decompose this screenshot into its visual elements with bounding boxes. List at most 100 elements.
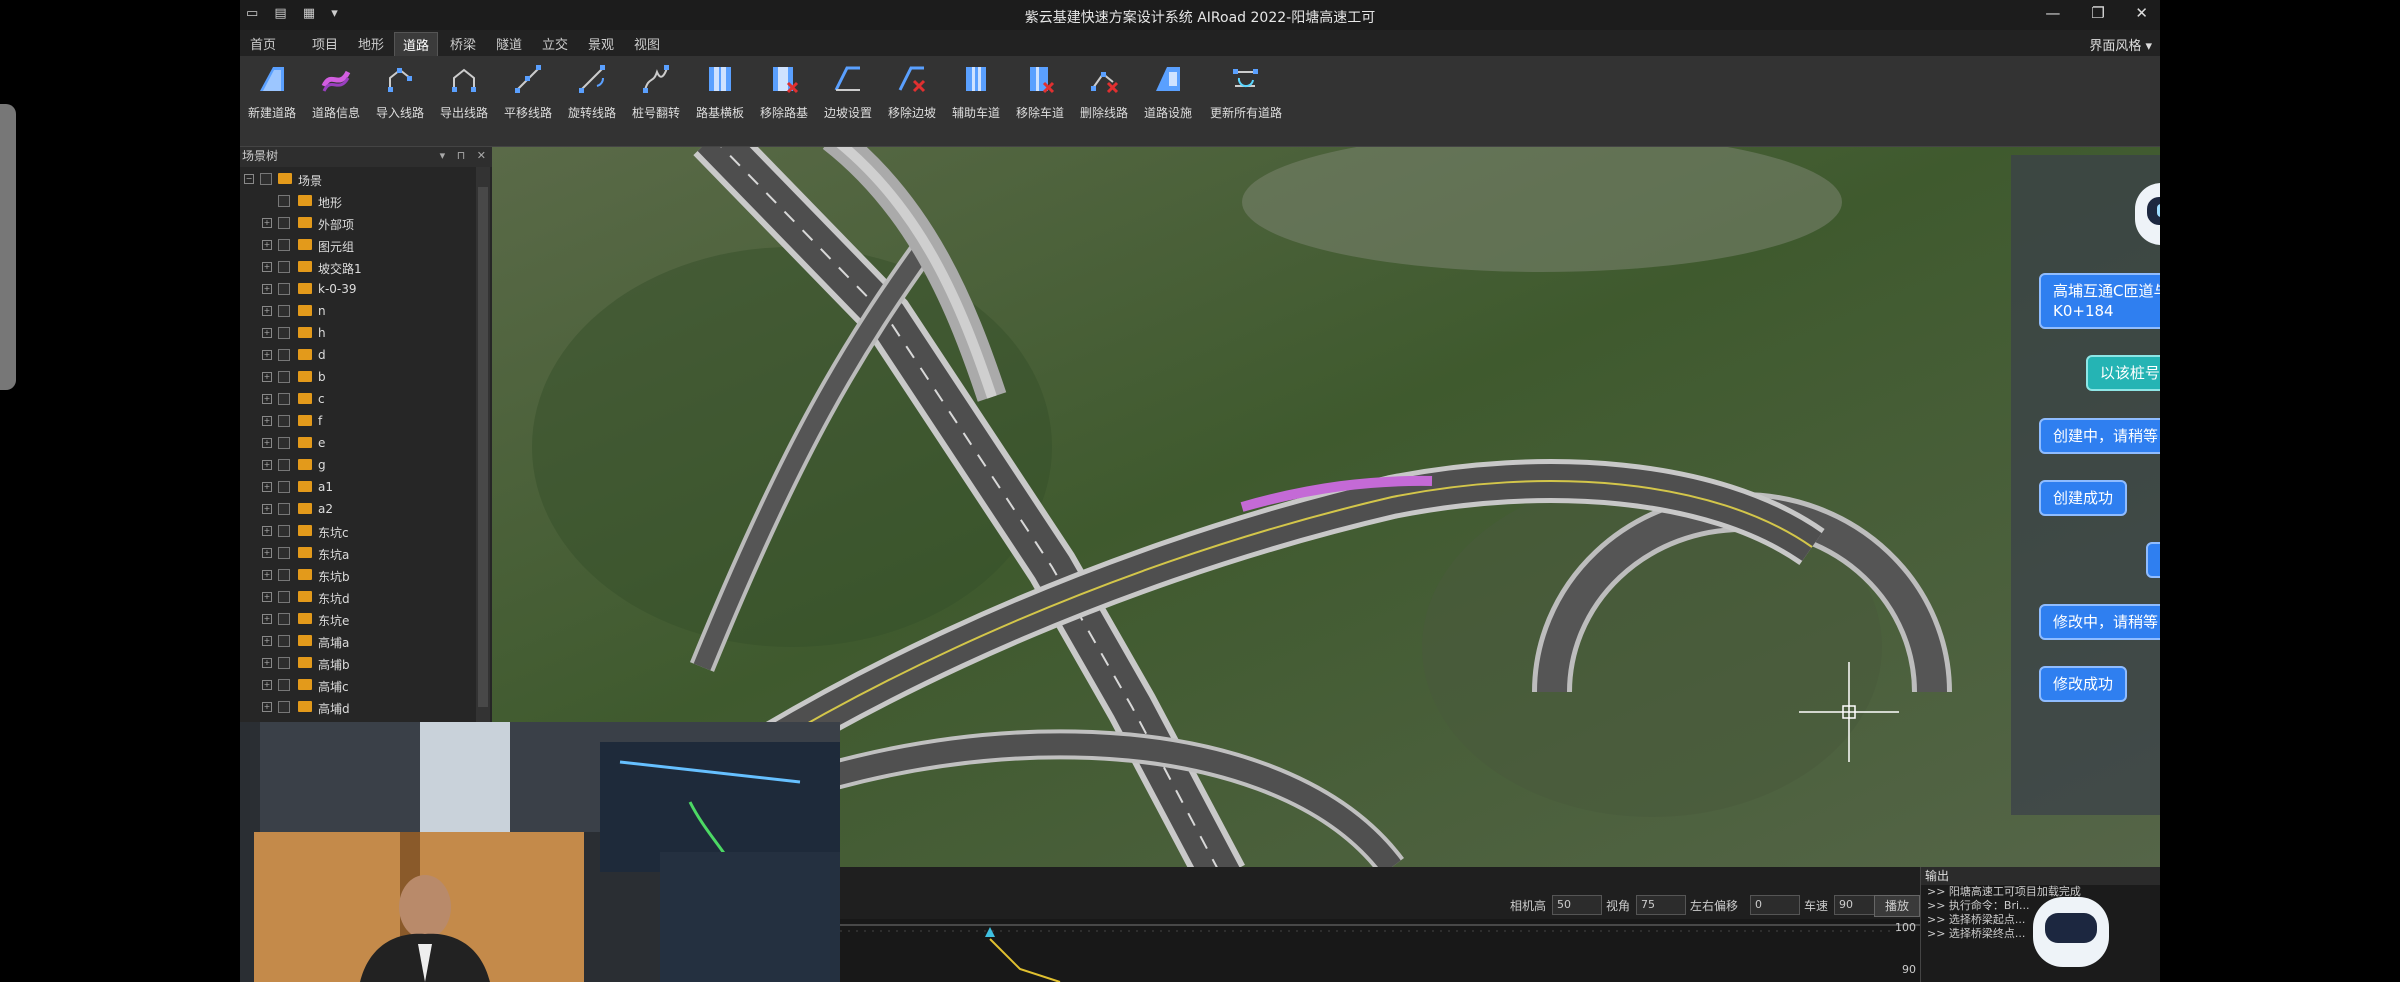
tab-home[interactable]: 首页 bbox=[250, 34, 276, 53]
timeline-chart[interactable]: 100 90 bbox=[840, 919, 1920, 982]
visibility-checkbox[interactable] bbox=[278, 503, 290, 515]
expand-icon[interactable]: + bbox=[262, 416, 272, 426]
visibility-checkbox[interactable] bbox=[278, 349, 290, 361]
visibility-checkbox[interactable] bbox=[278, 283, 290, 295]
new-road-button[interactable]: 新建道路 bbox=[242, 64, 302, 121]
scene-tree-scrollbar[interactable] bbox=[476, 167, 490, 722]
tree-item[interactable]: + d bbox=[240, 345, 476, 367]
expand-icon[interactable]: + bbox=[262, 394, 272, 404]
tab-road[interactable]: 道路 bbox=[394, 32, 439, 56]
visibility-checkbox[interactable] bbox=[278, 437, 290, 449]
visibility-checkbox[interactable] bbox=[278, 261, 290, 273]
reverse-chainage-button[interactable]: 桩号翻转 bbox=[626, 64, 686, 121]
tree-item[interactable]: + a1 bbox=[240, 477, 476, 499]
expand-icon[interactable]: + bbox=[262, 548, 272, 558]
panel-controls[interactable]: ▾ ⊓ ✕ bbox=[440, 149, 490, 162]
delete-alignment-button[interactable]: 删除线路 bbox=[1074, 64, 1134, 121]
tree-item[interactable]: + 东坑a bbox=[240, 543, 476, 565]
expand-icon[interactable]: + bbox=[262, 614, 272, 624]
tree-item[interactable]: + 外部项 bbox=[240, 213, 476, 235]
tab-project[interactable]: 项目 bbox=[312, 34, 338, 53]
visibility-checkbox[interactable] bbox=[278, 481, 290, 493]
tree-item[interactable]: + g bbox=[240, 455, 476, 477]
expand-icon[interactable]: + bbox=[262, 504, 272, 514]
visibility-checkbox[interactable] bbox=[278, 679, 290, 691]
view-angle-field[interactable]: 75 bbox=[1636, 895, 1686, 915]
visibility-checkbox[interactable] bbox=[278, 195, 290, 207]
visibility-checkbox[interactable] bbox=[278, 591, 290, 603]
export-alignment-button[interactable]: 导出线路 bbox=[434, 64, 494, 121]
expand-icon[interactable]: + bbox=[262, 328, 272, 338]
visibility-checkbox[interactable] bbox=[278, 305, 290, 317]
tree-item[interactable]: + f bbox=[240, 411, 476, 433]
visibility-checkbox[interactable] bbox=[278, 327, 290, 339]
visibility-checkbox[interactable] bbox=[278, 415, 290, 427]
tab-view[interactable]: 视图 bbox=[634, 34, 660, 53]
tree-item[interactable]: + n bbox=[240, 301, 476, 323]
tree-item[interactable]: + 东坑c bbox=[240, 521, 476, 543]
play-button[interactable]: 播放 bbox=[1874, 895, 1920, 917]
visibility-checkbox[interactable] bbox=[278, 371, 290, 383]
visibility-checkbox[interactable] bbox=[278, 525, 290, 537]
tab-interchange[interactable]: 立交 bbox=[542, 34, 568, 53]
expand-icon[interactable]: + bbox=[262, 702, 272, 712]
expand-icon[interactable]: + bbox=[262, 218, 272, 228]
lateral-offset-field[interactable]: 0 bbox=[1750, 895, 1800, 915]
expand-icon[interactable]: + bbox=[262, 680, 272, 690]
camera-height-field[interactable]: 50 bbox=[1552, 895, 1602, 915]
visibility-checkbox[interactable] bbox=[278, 569, 290, 581]
import-alignment-button[interactable]: 导入线路 bbox=[370, 64, 430, 121]
visibility-checkbox[interactable] bbox=[260, 173, 272, 185]
tree-root[interactable]: − 场景 bbox=[240, 169, 476, 191]
tree-item[interactable]: + 坡交路1 bbox=[240, 257, 476, 279]
expand-icon[interactable]: + bbox=[262, 438, 272, 448]
tree-item[interactable]: + 东坑d bbox=[240, 587, 476, 609]
ui-style-dropdown[interactable]: 界面风格 ▾ bbox=[2089, 35, 2152, 54]
close-button[interactable]: ✕ bbox=[2135, 4, 2148, 22]
slope-settings-button[interactable]: 边坡设置 bbox=[818, 64, 878, 121]
maximize-button[interactable]: ❐ bbox=[2091, 4, 2104, 22]
remove-subgrade-button[interactable]: 移除路基 bbox=[754, 64, 814, 121]
expand-icon[interactable]: + bbox=[262, 372, 272, 382]
rotate-alignment-button[interactable]: 旋转线路 bbox=[562, 64, 622, 121]
expand-icon[interactable]: + bbox=[262, 570, 272, 580]
tree-item[interactable]: + 图元组 bbox=[240, 235, 476, 257]
expand-icon[interactable]: + bbox=[262, 636, 272, 646]
subgrade-template-button[interactable]: 路基横板 bbox=[690, 64, 750, 121]
expand-icon[interactable]: + bbox=[262, 460, 272, 470]
expand-icon[interactable]: + bbox=[262, 240, 272, 250]
remove-lane-button[interactable]: 移除车道 bbox=[1010, 64, 1070, 121]
update-all-roads-button[interactable]: 更新所有道路 bbox=[1208, 64, 1284, 121]
expand-icon[interactable]: + bbox=[262, 284, 272, 294]
tree-item[interactable]: + c bbox=[240, 389, 476, 411]
visibility-checkbox[interactable] bbox=[278, 459, 290, 471]
minimize-button[interactable]: — bbox=[2045, 4, 2060, 22]
expand-icon[interactable]: + bbox=[262, 658, 272, 668]
tree-item[interactable]: + 东坑b bbox=[240, 565, 476, 587]
tree-item[interactable]: + h bbox=[240, 323, 476, 345]
scrollbar-thumb[interactable] bbox=[478, 187, 488, 707]
tree-item[interactable]: + e bbox=[240, 433, 476, 455]
tab-tunnel[interactable]: 隧道 bbox=[496, 34, 522, 53]
auxiliary-lane-button[interactable]: 辅助车道 bbox=[946, 64, 1006, 121]
visibility-checkbox[interactable] bbox=[278, 393, 290, 405]
visibility-checkbox[interactable] bbox=[278, 239, 290, 251]
move-alignment-button[interactable]: 平移线路 bbox=[498, 64, 558, 121]
road-info-button[interactable]: 道路信息 bbox=[306, 64, 366, 121]
tree-item[interactable]: + 高埔b bbox=[240, 653, 476, 675]
tree-item[interactable]: + b bbox=[240, 367, 476, 389]
tree-item[interactable]: + 高埔c bbox=[240, 675, 476, 697]
visibility-checkbox[interactable] bbox=[278, 657, 290, 669]
tree-item[interactable]: + 高埔a bbox=[240, 631, 476, 653]
expand-icon[interactable]: + bbox=[262, 526, 272, 536]
visibility-checkbox[interactable] bbox=[278, 217, 290, 229]
visibility-checkbox[interactable] bbox=[278, 701, 290, 713]
expand-icon[interactable]: + bbox=[262, 262, 272, 272]
visibility-checkbox[interactable] bbox=[278, 547, 290, 559]
tab-landscape[interactable]: 景观 bbox=[588, 34, 614, 53]
road-facilities-button[interactable]: 道路设施 bbox=[1138, 64, 1198, 121]
expand-icon[interactable]: + bbox=[262, 306, 272, 316]
expand-icon[interactable]: + bbox=[262, 592, 272, 602]
visibility-checkbox[interactable] bbox=[278, 635, 290, 647]
remove-slope-button[interactable]: 移除边坡 bbox=[882, 64, 942, 121]
